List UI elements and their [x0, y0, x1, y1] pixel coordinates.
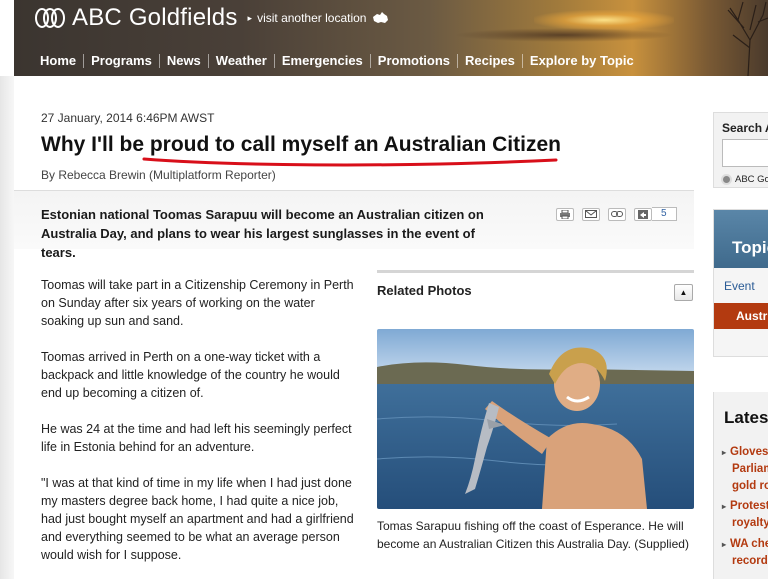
- share-tools: 5: [556, 207, 677, 221]
- latest-panel: Lates ▸Gloves Parliam gold ro ▸Protest r…: [713, 392, 768, 579]
- arrow-right-icon: ▸: [247, 12, 253, 23]
- share-icon[interactable]: [634, 207, 652, 221]
- related-photos-title: Related Photos: [377, 283, 472, 298]
- triangle-up-icon: ▲: [679, 288, 688, 297]
- article-byline: By Rebecca Brewin (Multiplatform Reporte…: [41, 168, 276, 182]
- australia-map-icon: [373, 12, 389, 23]
- search-panel: Search A ABC Go: [713, 112, 768, 188]
- visit-location-link[interactable]: ▸ visit another location: [248, 11, 390, 25]
- latest-news-item[interactable]: ▸Gloves Parliam gold ro: [722, 444, 768, 495]
- nav-home[interactable]: Home: [40, 54, 83, 68]
- nav-explore-by-topic[interactable]: Explore by Topic: [521, 54, 641, 68]
- bullet-arrow-icon: ▸: [722, 502, 727, 511]
- latest-title: Lates: [724, 408, 768, 427]
- nav-weather[interactable]: Weather: [207, 54, 274, 68]
- topics-selected-item[interactable]: Austr: [714, 303, 768, 329]
- site-name[interactable]: ABC Goldfields: [72, 4, 238, 32]
- visit-location-label: visit another location: [257, 11, 367, 25]
- tree-silhouette-icon: [727, 1, 768, 76]
- email-icon[interactable]: [582, 207, 600, 221]
- article-paragraph: He was 24 at the time and had left his s…: [41, 422, 352, 454]
- nav-promotions[interactable]: Promotions: [369, 54, 457, 68]
- article-paragraph: "I was at that kind of time in my life w…: [41, 476, 354, 562]
- article-summary: Estonian national Toomas Sarapuu will be…: [41, 207, 484, 260]
- print-icon[interactable]: [556, 207, 574, 221]
- topics-header: Topic: [714, 210, 768, 268]
- related-divider: [377, 270, 694, 273]
- nav-recipes[interactable]: Recipes: [457, 54, 522, 68]
- bullet-arrow-icon: ▸: [722, 448, 727, 457]
- nav-news[interactable]: News: [158, 54, 208, 68]
- bullet-arrow-icon: ▸: [722, 540, 727, 549]
- right-sidebar: Search A ABC Go Topic Event Austr Lates …: [713, 112, 768, 579]
- link-icon[interactable]: [608, 207, 626, 221]
- header-cloud-graphic: [454, 28, 674, 42]
- search-scope-radio[interactable]: ABC Go: [721, 174, 768, 185]
- topics-panel: Topic Event Austr: [713, 209, 768, 357]
- search-label: Search A: [722, 121, 768, 135]
- related-photo[interactable]: [377, 329, 694, 509]
- photo-caption: Tomas Sarapuu fishing off the coast of E…: [377, 519, 689, 551]
- radio-selected-icon: [721, 174, 732, 185]
- topics-event-link[interactable]: Event: [724, 279, 755, 293]
- header-sunset-graphic: [534, 10, 674, 30]
- abc-logo-icon[interactable]: [34, 7, 66, 29]
- share-count: 5: [652, 207, 677, 221]
- article-paragraph: Toomas will take part in a Citizenship C…: [41, 278, 354, 328]
- topics-title: Topic: [732, 238, 768, 257]
- photo-fisherman-illustration: [377, 329, 694, 509]
- collapse-button[interactable]: ▲: [674, 284, 693, 301]
- topics-selected-label: Austr: [736, 309, 768, 323]
- nav-programs[interactable]: Programs: [83, 54, 159, 68]
- latest-news-item[interactable]: ▸ Protest royalty: [722, 498, 768, 532]
- left-margin: [0, 76, 14, 579]
- logo-row: ABC Goldfields ▸ visit another location: [34, 4, 389, 32]
- search-scope-label: ABC Go: [735, 174, 768, 185]
- main-nav: Home Programs News Weather Emergencies P…: [40, 54, 641, 68]
- nav-emergencies[interactable]: Emergencies: [273, 54, 370, 68]
- latest-news-item[interactable]: ▸ WA che record: [722, 536, 768, 570]
- site-header: ABC Goldfields ▸ visit another location …: [14, 0, 768, 76]
- search-input[interactable]: [722, 139, 768, 167]
- article-date: 27 January, 2014 6:46PM AWST: [41, 111, 215, 125]
- article-paragraph: Toomas arrived in Perth on a one-way tic…: [41, 350, 340, 400]
